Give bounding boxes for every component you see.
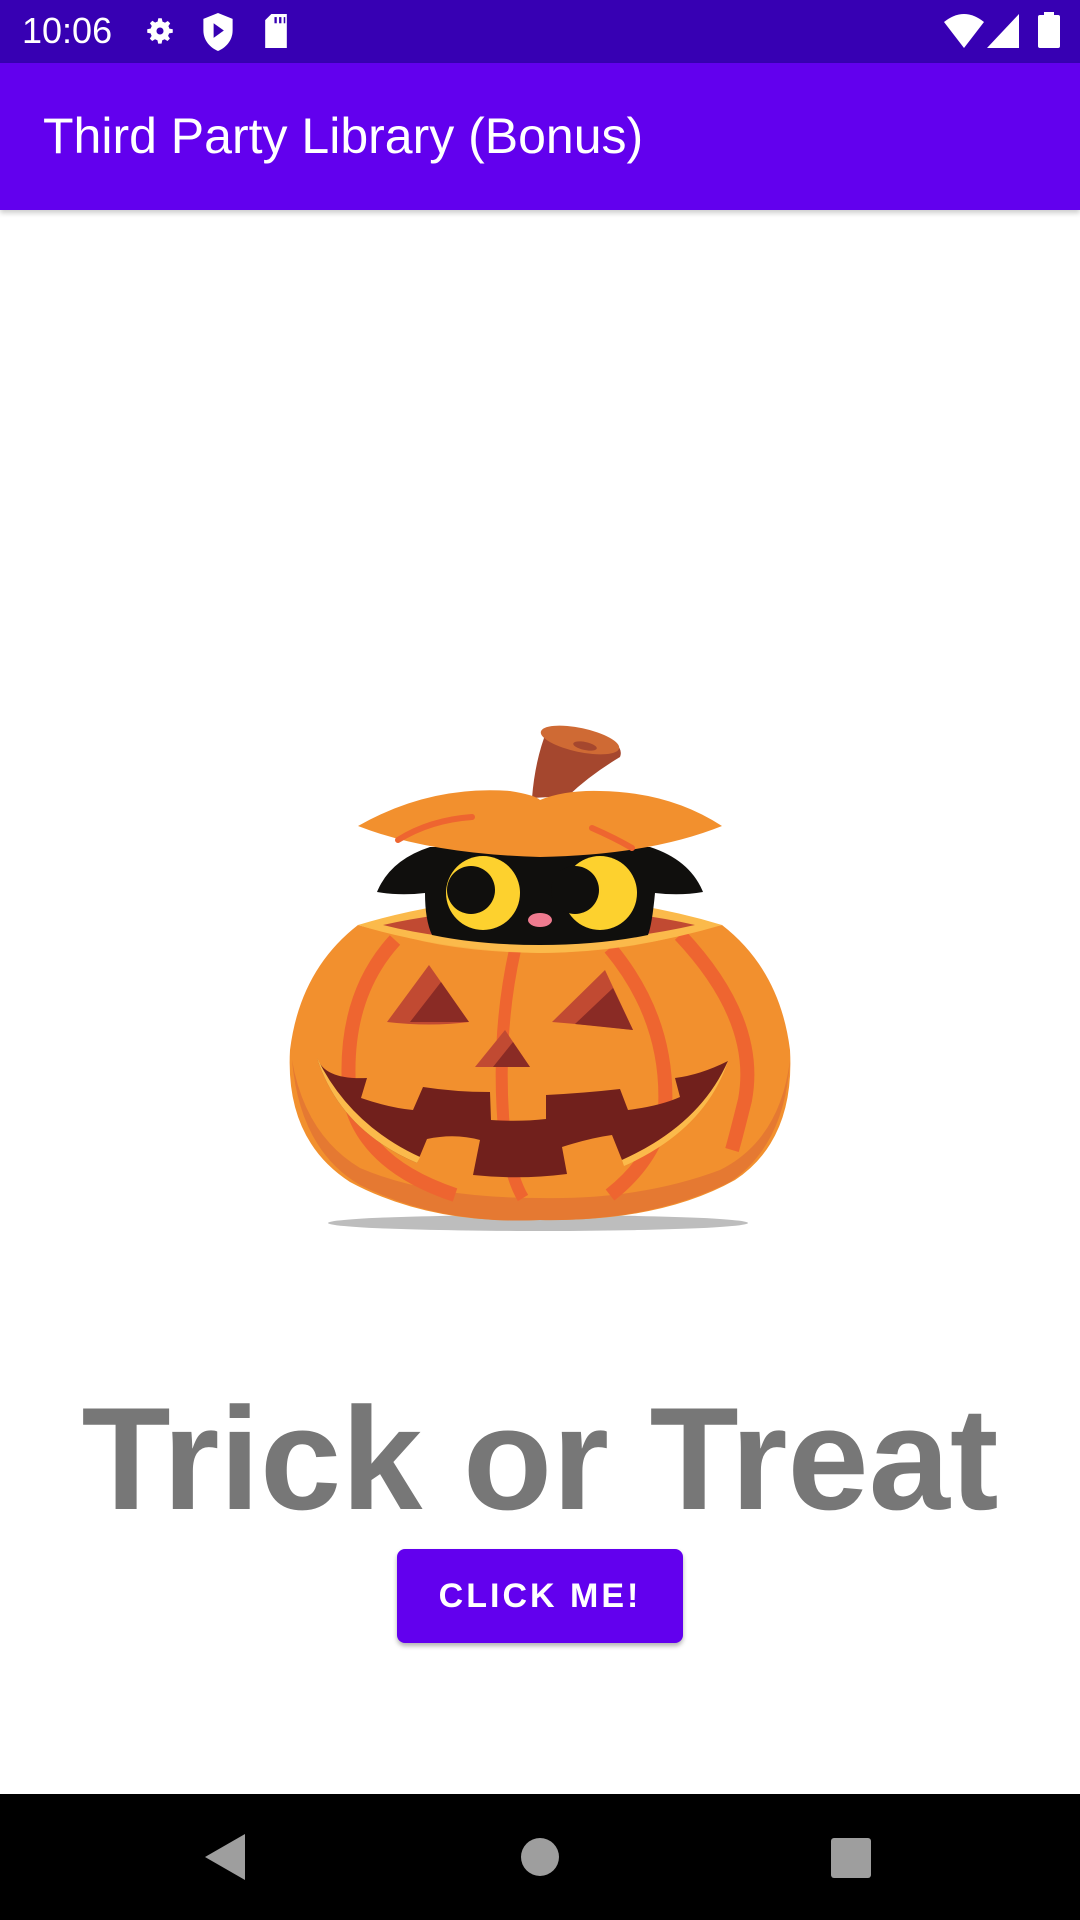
status-time: 10:06 (22, 10, 113, 51)
sd-card-icon (265, 14, 287, 48)
headline-text: Trick or Treat (81, 1377, 999, 1540)
back-icon[interactable] (205, 1834, 245, 1880)
signal-icon (987, 14, 1019, 48)
settings-icon (147, 18, 173, 44)
navigation-bar (0, 1794, 1080, 1920)
battery-icon (1038, 12, 1060, 48)
cat-nose (528, 913, 552, 927)
play-protect-icon (203, 13, 233, 51)
wifi-icon (944, 14, 984, 48)
pumpkin-lid (358, 790, 722, 857)
status-bar: 10:06 (0, 0, 1080, 63)
app-bar-title: Third Party Library (Bonus) (43, 108, 644, 164)
home-icon[interactable] (520, 1837, 560, 1877)
pumpkin-cat-image (289, 725, 791, 1231)
recents-icon[interactable] (831, 1838, 871, 1878)
app-bar: Third Party Library (Bonus) (0, 63, 1080, 210)
click-me-button[interactable]: CLICK ME! (397, 1549, 683, 1643)
